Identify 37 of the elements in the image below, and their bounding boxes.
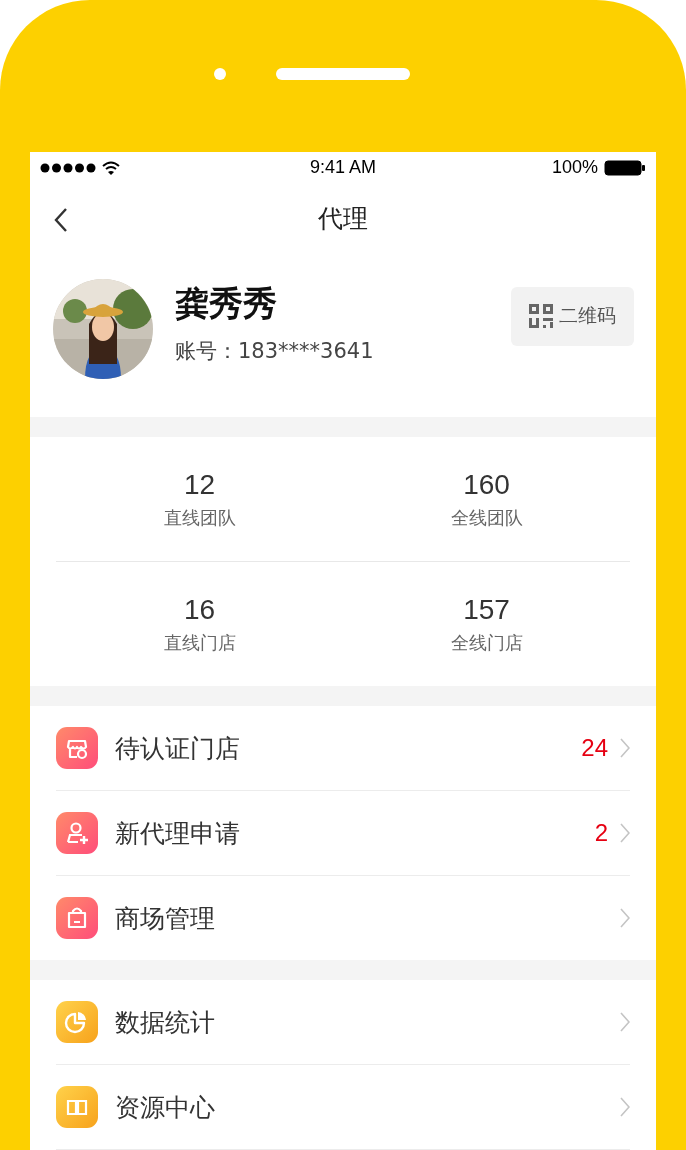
stat-value: 157 [463,593,510,627]
status-time: 9:41 AM [310,157,377,179]
battery-icon [604,159,646,176]
qr-code-icon [529,304,553,329]
book-icon [56,1086,98,1128]
back-icon[interactable] [54,207,68,232]
store-icon [56,727,98,769]
battery-level: 100% [551,157,598,179]
person-add-icon [56,812,98,854]
account-number: 账号：183****3641 [175,337,375,365]
menu-item[interactable]: 待认证门店 [115,731,582,765]
page-title: 代理 [318,202,368,235]
menu-item[interactable]: 商场管理 [115,901,620,935]
menu-item[interactable]: 数据统计 [115,1005,620,1039]
pie-chart-icon [56,1001,98,1043]
stat-value: 16 [183,593,216,627]
user-name: 龚秀秀 [175,281,278,325]
stat-label: 直线团队 [163,506,236,530]
stat-value: 12 [183,468,216,502]
pending-count: 2 [594,819,608,847]
stat-label: 直线门店 [163,631,236,655]
chevron-icon [620,1097,630,1117]
shopping-bag-icon [56,897,98,939]
stat-label: 全线门店 [450,631,523,655]
pending-count: 24 [581,734,608,762]
stat-value: 160 [463,468,510,502]
menu-item[interactable]: 资源中心 [115,1090,620,1124]
camera-dot [214,68,226,80]
signal-icon [40,162,96,173]
chevron-icon [620,738,630,758]
chevron-icon [620,1012,630,1032]
menu-item[interactable]: 新代理申请 [115,816,595,850]
qr-code-button[interactable]: 二维码 [511,286,634,346]
stat-label: 全线团队 [450,506,523,530]
chevron-icon [620,908,630,928]
wifi-icon [102,160,120,175]
chevron-icon [620,823,630,843]
